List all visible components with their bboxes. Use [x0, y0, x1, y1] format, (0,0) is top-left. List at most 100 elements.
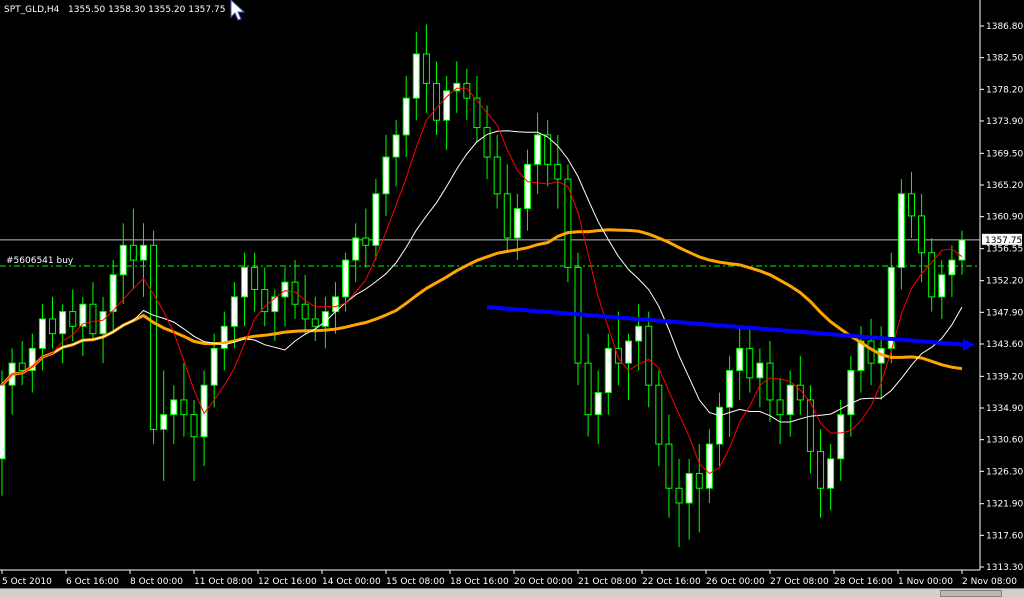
- bull-candle: [99, 311, 107, 335]
- price-tick-label: 1321.90: [986, 500, 1023, 510]
- bear-candle: [150, 244, 158, 430]
- time-tick-label: 8 Oct 00:00: [130, 577, 183, 587]
- bull-candle: [604, 347, 612, 394]
- time-tick-label: 21 Oct 08:00: [578, 577, 637, 587]
- price-tick-label: 1360.90: [986, 213, 1023, 223]
- bull-candle: [352, 237, 360, 261]
- bull-candle: [38, 318, 46, 349]
- bear-candle: [503, 193, 511, 239]
- price-tick-label: 1326.30: [986, 467, 1023, 477]
- bear-candle: [867, 340, 875, 364]
- time-tick-label: 22 Oct 16:00: [642, 577, 701, 587]
- bull-candle: [139, 244, 147, 261]
- bull-candle: [382, 156, 390, 195]
- bear-candle: [301, 303, 309, 320]
- bear-candle: [129, 244, 137, 261]
- price-chart[interactable]: 1386.80 1382.50 1378.20 1373.90 1369.50 1365.…: [0, 0, 1024, 588]
- bull-candle: [342, 259, 350, 298]
- bear-candle: [907, 193, 915, 217]
- bull-candle: [705, 443, 713, 489]
- bull-candle: [119, 244, 127, 276]
- price-tick-label: 1378.20: [986, 85, 1023, 95]
- price-tick-label: 1330.60: [986, 436, 1023, 446]
- bull-candle: [372, 193, 380, 246]
- bear-candle: [695, 473, 703, 489]
- bull-candle: [948, 259, 956, 276]
- price-tick-label: 1365.20: [986, 181, 1023, 191]
- time-tick-label: 6 Oct 16:00: [66, 577, 119, 587]
- bear-candle: [675, 487, 683, 504]
- ohlc-values: 1355.50 1358.30 1355.20 1357.75: [68, 5, 225, 15]
- time-tick-label: 5 Oct 2010: [2, 577, 52, 587]
- symbol-label: SPT_GLD,H4: [4, 5, 60, 15]
- bull-candle: [887, 266, 895, 349]
- price-tick-label: 1373.90: [986, 117, 1023, 127]
- time-tick-label: 20 Oct 00:00: [514, 577, 573, 587]
- bear-candle: [766, 362, 774, 401]
- bear-candle: [190, 414, 198, 438]
- bull-candle: [897, 193, 905, 268]
- bear-candle: [918, 215, 926, 254]
- bear-candle: [665, 443, 673, 489]
- time-tick-label: 28 Oct 16:00: [834, 577, 893, 587]
- bull-candle: [715, 406, 723, 445]
- bear-candle: [261, 289, 269, 313]
- bull-candle: [685, 473, 693, 504]
- bear-candle: [49, 318, 57, 335]
- bull-candle: [847, 369, 855, 416]
- bull-candle: [241, 266, 249, 298]
- price-tick-label: 1356.55: [986, 245, 1023, 255]
- bear-candle: [554, 163, 562, 180]
- bull-candle: [837, 414, 845, 460]
- bull-candle: [170, 399, 178, 416]
- bull-candle: [412, 53, 420, 99]
- time-tick-label: 12 Oct 16:00: [258, 577, 317, 587]
- bull-candle: [0, 384, 6, 460]
- current-price-label: 1357.75: [985, 236, 1022, 246]
- bear-candle: [433, 82, 441, 121]
- price-tick-label: 1334.90: [986, 404, 1023, 414]
- bear-candle: [776, 399, 784, 416]
- bear-candle: [362, 237, 370, 246]
- bull-candle: [523, 163, 531, 210]
- price-tick-label: 1347.90: [986, 308, 1023, 318]
- price-tick-label: 1313.30: [986, 563, 1023, 573]
- bear-candle: [483, 127, 491, 158]
- bull-candle: [210, 347, 218, 386]
- bear-candle: [817, 450, 825, 489]
- price-tick-label: 1339.20: [986, 372, 1023, 382]
- bull-candle: [160, 414, 168, 430]
- bull-candle: [281, 281, 289, 298]
- time-tick-label: 2 Nov 08:00: [962, 577, 1017, 587]
- bull-candle: [594, 392, 602, 416]
- bear-candle: [655, 384, 663, 445]
- time-tick-label: 26 Oct 00:00: [706, 577, 765, 587]
- bear-candle: [422, 53, 430, 84]
- order-label: #5606541 buy: [6, 256, 74, 266]
- bull-candle: [402, 97, 410, 136]
- price-tick-label: 1386.80: [986, 22, 1023, 32]
- bull-candle: [726, 369, 734, 408]
- bear-candle: [69, 311, 77, 327]
- price-tick-label: 1343.60: [986, 340, 1023, 350]
- bear-candle: [645, 325, 653, 386]
- bull-candle: [59, 311, 67, 335]
- time-tick-label: 15 Oct 08:00: [386, 577, 445, 587]
- bear-candle: [18, 362, 26, 371]
- bull-candle: [756, 362, 764, 379]
- time-tick-label: 27 Oct 08:00: [770, 577, 829, 587]
- bull-candle: [392, 134, 400, 158]
- price-tick-label: 1369.50: [986, 149, 1023, 159]
- bull-candle: [109, 274, 117, 313]
- bull-candle: [230, 296, 238, 327]
- price-tick-label: 1382.50: [986, 54, 1023, 64]
- bear-candle: [584, 362, 592, 416]
- bear-candle: [251, 266, 259, 291]
- bear-candle: [493, 156, 501, 195]
- bull-candle: [625, 340, 633, 364]
- bear-candle: [89, 303, 97, 335]
- bull-candle: [786, 384, 794, 416]
- bear-candle: [311, 318, 319, 327]
- bull-candle: [513, 208, 521, 239]
- price-tick-label: 1317.60: [986, 531, 1023, 541]
